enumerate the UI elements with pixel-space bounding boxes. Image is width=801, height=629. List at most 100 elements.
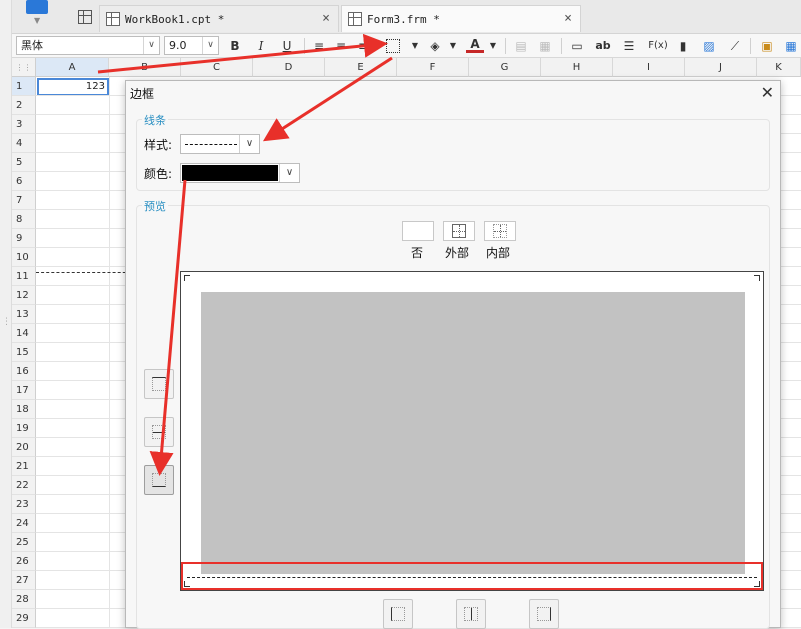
line-style-select[interactable]: ∨	[180, 134, 260, 154]
row-header[interactable]: 4	[12, 134, 36, 153]
border-bottom-button[interactable]	[144, 465, 174, 495]
column-header[interactable]: G	[469, 58, 541, 77]
bold-button[interactable]: B	[226, 37, 244, 55]
column-header[interactable]: I	[613, 58, 685, 77]
row-header[interactable]: 16	[12, 362, 36, 381]
column-header[interactable]: C	[181, 58, 253, 77]
row-header[interactable]: 1	[12, 77, 36, 96]
close-icon[interactable]: ✕	[761, 83, 774, 102]
tab-form[interactable]: Form3.frm * ×	[341, 5, 581, 32]
format-toolbar: 黑体 ∨ 9.0 ∨ B I U ≡ ≡ ≡ ▼ ◈ ▼ A ▼ ▤ ▦ ▭ a…	[12, 34, 801, 58]
text-ab-button[interactable]: ab	[594, 37, 612, 55]
gutter-handle[interactable]: ⋮	[2, 315, 11, 329]
row-header[interactable]: 21	[12, 457, 36, 476]
column-header[interactable]: H	[541, 58, 613, 77]
border-center-button[interactable]	[456, 599, 486, 629]
corner-mark	[184, 275, 190, 281]
preset-outer-button[interactable]	[443, 221, 475, 241]
row-header[interactable]: 12	[12, 286, 36, 305]
chevron-down-icon[interactable]: ▼	[406, 37, 424, 55]
align-right-icon[interactable]: ≡	[354, 37, 372, 55]
chevron-down-icon[interactable]: ▼	[444, 37, 462, 55]
row-header[interactable]: 27	[12, 571, 36, 590]
column-header[interactable]: F	[397, 58, 469, 77]
row-header[interactable]: 22	[12, 476, 36, 495]
row-header[interactable]: 28	[12, 590, 36, 609]
italic-button[interactable]: I	[252, 37, 270, 55]
row-header[interactable]: 18	[12, 400, 36, 419]
chevron-down-icon[interactable]: ∨	[239, 135, 259, 153]
bar-chart-icon[interactable]: ▮	[674, 37, 692, 55]
row-header[interactable]: 2	[12, 96, 36, 115]
row-header[interactable]: 13	[12, 305, 36, 324]
merge-cells-icon[interactable]: ▤	[512, 37, 530, 55]
row-header[interactable]: 25	[12, 533, 36, 552]
image-icon[interactable]: ▨	[700, 37, 718, 55]
table-icon[interactable]: ▦	[782, 37, 800, 55]
border-middle-button[interactable]	[144, 417, 174, 447]
list-icon[interactable]: ☰	[620, 37, 638, 55]
chevron-down-icon[interactable]: ▼	[484, 37, 502, 55]
row-header[interactable]: 14	[12, 324, 36, 343]
tab-label: Form3.frm *	[367, 12, 440, 26]
text-field-icon[interactable]: ▭	[568, 37, 586, 55]
row-header[interactable]: 15	[12, 343, 36, 362]
cell-a1[interactable]: 123	[37, 78, 109, 96]
close-icon[interactable]: ×	[322, 11, 330, 26]
chevron-down-icon[interactable]: ▼	[34, 16, 42, 25]
line-group-title: 线条	[142, 112, 168, 128]
left-gutter: ⋮	[0, 0, 12, 628]
border-preview[interactable]	[180, 271, 764, 591]
split-cells-icon[interactable]: ▦	[536, 37, 554, 55]
row-header[interactable]: 5	[12, 153, 36, 172]
font-size-select[interactable]: 9.0 ∨	[164, 36, 219, 55]
app-logo-icon[interactable]	[26, 0, 48, 14]
row-header[interactable]: 8	[12, 210, 36, 229]
border-icon[interactable]	[386, 39, 400, 53]
column-header[interactable]: K	[757, 58, 801, 77]
border-dialog: 边框 ✕ 线条 样式: ∨ 颜色: ∨ 预览 否 外部 内部	[125, 80, 781, 629]
fill-color-icon[interactable]: ◈	[426, 37, 444, 55]
row-header[interactable]: 26	[12, 552, 36, 571]
row-header[interactable]: 10	[12, 248, 36, 267]
row-header[interactable]: 7	[12, 191, 36, 210]
close-icon[interactable]: ×	[564, 11, 572, 26]
column-header[interactable]: E	[325, 58, 397, 77]
row-header[interactable]: 20	[12, 438, 36, 457]
chevron-down-icon[interactable]: ∨	[143, 37, 159, 54]
formula-button[interactable]: F(x)	[646, 37, 670, 55]
line-color-select[interactable]: ∨	[180, 163, 300, 183]
chevron-down-icon[interactable]: ∨	[279, 164, 299, 182]
column-header[interactable]: A	[36, 58, 109, 77]
widget-icon[interactable]: ▣	[758, 37, 776, 55]
border-top-button[interactable]	[144, 369, 174, 399]
align-center-icon[interactable]: ≡	[332, 37, 350, 55]
chevron-down-icon[interactable]: ∨	[202, 37, 218, 54]
row-header[interactable]: 29	[12, 609, 36, 628]
select-all-corner[interactable]: ⋮⋮	[12, 58, 36, 77]
preset-inner-button[interactable]	[484, 221, 516, 241]
border-left-button[interactable]	[383, 599, 413, 629]
grid-icon[interactable]	[78, 10, 92, 24]
align-left-icon[interactable]: ≡	[310, 37, 328, 55]
row-header[interactable]: 23	[12, 495, 36, 514]
column-header[interactable]: D	[253, 58, 325, 77]
font-family-select[interactable]: 黑体 ∨	[16, 36, 160, 55]
style-label: 样式:	[144, 138, 173, 152]
row-header[interactable]: 17	[12, 381, 36, 400]
column-header[interactable]: J	[685, 58, 757, 77]
preset-none-button[interactable]	[402, 221, 434, 241]
row-header[interactable]: 9	[12, 229, 36, 248]
row-header[interactable]: 24	[12, 514, 36, 533]
row-header[interactable]: 19	[12, 419, 36, 438]
column-header[interactable]: B	[109, 58, 181, 77]
tab-workbook[interactable]: WorkBook1.cpt * ×	[99, 5, 339, 32]
row-header[interactable]: 6	[12, 172, 36, 191]
underline-button[interactable]: U	[278, 37, 296, 55]
border-right-button[interactable]	[529, 599, 559, 629]
row-header[interactable]: 3	[12, 115, 36, 134]
font-color-icon[interactable]: A	[466, 37, 484, 53]
row-header[interactable]: 11	[12, 267, 36, 286]
slash-icon[interactable]: ⟋	[726, 37, 744, 55]
tab-bar: ▼ WorkBook1.cpt * × Form3.frm * ×	[12, 0, 801, 34]
